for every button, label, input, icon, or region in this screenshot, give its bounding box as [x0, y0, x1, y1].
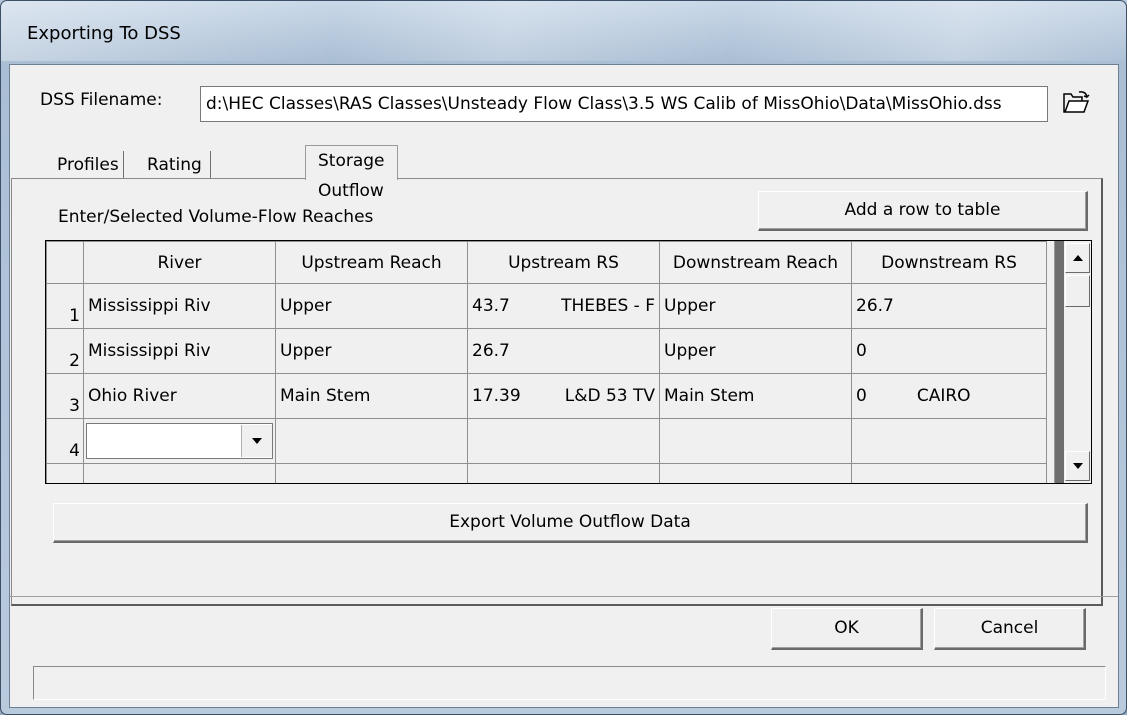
table-row: 5	[46, 463, 1047, 483]
cell-downstream-rs[interactable]	[851, 418, 1047, 464]
table-row: 1 Mississippi Riv Upper 43.7 THEBES - F U…	[46, 283, 1047, 329]
cell-river[interactable]: Mississippi Riv	[83, 283, 276, 329]
col-header-downstream-reach[interactable]: Downstream Reach	[659, 241, 852, 284]
cell-downstream-rs[interactable]: 0 CAIRO	[851, 373, 1047, 419]
col-header-downstream-rs[interactable]: Downstream RS	[851, 241, 1047, 284]
tab-storage-outflow[interactable]: Storage Outflow	[305, 145, 398, 201]
folder-open-icon	[1063, 91, 1090, 113]
table-row: 4	[46, 418, 1047, 464]
cell-upstream-reach[interactable]	[275, 418, 468, 464]
arrow-up-icon	[1072, 255, 1083, 261]
dss-filename-label: DSS Filename:	[40, 90, 163, 110]
rs-name: THEBES - F	[561, 296, 655, 316]
cancel-button[interactable]: Cancel	[934, 608, 1086, 650]
rs-value: 26.7	[472, 341, 510, 361]
col-header-river[interactable]: River	[83, 241, 276, 284]
cell-upstream-reach[interactable]: Upper	[275, 328, 468, 374]
cell-upstream-reach[interactable]	[275, 463, 468, 483]
cell-downstream-reach[interactable]: Upper	[659, 283, 852, 329]
cell-downstream-reach[interactable]: Upper	[659, 328, 852, 374]
col-header-upstream-reach[interactable]: Upstream Reach	[275, 241, 468, 284]
cell-river[interactable]	[83, 418, 276, 464]
table-vertical-scrollbar[interactable]	[1054, 241, 1091, 483]
river-dropdown[interactable]	[86, 423, 273, 459]
cell-river[interactable]: Mississippi Riv	[83, 328, 276, 374]
cell-upstream-rs[interactable]: 17.39 L&D 53 TV	[467, 373, 660, 419]
scroll-thumb[interactable]	[1065, 275, 1090, 307]
scrollbar-edge	[1055, 241, 1064, 483]
col-header-upstream-rs[interactable]: Upstream RS	[467, 241, 660, 284]
chevron-down-icon[interactable]	[241, 425, 272, 457]
row-number: 1	[46, 283, 84, 329]
cell-downstream-rs[interactable]: 0	[851, 328, 1047, 374]
rs-value: 17.39	[472, 386, 521, 406]
rs-value: 0	[856, 341, 867, 361]
storage-outflow-panel: Enter/Selected Volume-Flow Reaches Add a…	[11, 178, 1103, 606]
cell-river[interactable]: Ohio River	[83, 373, 276, 419]
tab-rating-curves[interactable]: Rating Curves	[143, 151, 212, 203]
cell-upstream-reach[interactable]: Upper	[275, 283, 468, 329]
exporting-to-dss-window: Exporting To DSS DSS Filename: d:\HEC Cl…	[0, 0, 1127, 715]
reaches-table: River Upstream Reach Upstream RS Downstr…	[45, 240, 1092, 484]
arrow-down-icon	[1072, 463, 1083, 469]
dialog-client: DSS Filename: d:\HEC Classes\RAS Classes…	[9, 64, 1119, 708]
table-row: 2 Mississippi Riv Upper 26.7 Upper 0	[46, 328, 1047, 374]
cell-upstream-rs[interactable]	[467, 463, 660, 483]
open-file-button[interactable]	[1058, 84, 1094, 122]
reaches-group-label: Enter/Selected Volume-Flow Reaches	[58, 207, 374, 227]
row-number: 5	[46, 463, 84, 483]
rs-name: CAIRO	[916, 386, 971, 406]
rs-value: 26.7	[856, 296, 894, 316]
scroll-up-button[interactable]	[1065, 243, 1090, 273]
table-row: 3 Ohio River Main Stem 17.39 L&D 53 TV Ma…	[46, 373, 1047, 419]
cell-river[interactable]	[83, 463, 276, 483]
cell-upstream-rs[interactable]: 43.7 THEBES - F	[467, 283, 660, 329]
cell-downstream-rs[interactable]	[851, 463, 1047, 483]
row-number: 3	[46, 373, 84, 419]
tab-profiles[interactable]: Profiles	[53, 151, 124, 179]
row-number: 2	[46, 328, 84, 374]
cell-upstream-reach[interactable]: Main Stem	[275, 373, 468, 419]
dss-filename-input[interactable]: d:\HEC Classes\RAS Classes\Unsteady Flow…	[200, 86, 1048, 122]
cell-upstream-rs[interactable]	[467, 418, 660, 464]
row-header-corner	[46, 241, 84, 284]
divider	[10, 596, 1118, 597]
rs-value: 0	[856, 386, 867, 406]
cell-downstream-rs[interactable]: 26.7	[851, 283, 1047, 329]
window-title: Exporting To DSS	[27, 23, 181, 44]
cell-upstream-rs[interactable]: 26.7	[467, 328, 660, 374]
cell-downstream-reach[interactable]: Main Stem	[659, 373, 852, 419]
cell-downstream-reach[interactable]	[659, 463, 852, 483]
add-row-button[interactable]: Add a row to table	[758, 191, 1088, 231]
export-volume-outflow-button[interactable]: Export Volume Outflow Data	[53, 503, 1088, 543]
row-number: 4	[46, 418, 84, 464]
status-bar	[33, 666, 1106, 700]
table-header-row: River Upstream Reach Upstream RS Downstr…	[46, 241, 1047, 284]
rs-value: 43.7	[472, 296, 510, 316]
scroll-down-button[interactable]	[1065, 451, 1090, 481]
ok-button[interactable]: OK	[771, 608, 923, 650]
cell-downstream-reach[interactable]	[659, 418, 852, 464]
rs-name: L&D 53 TV	[564, 386, 655, 406]
